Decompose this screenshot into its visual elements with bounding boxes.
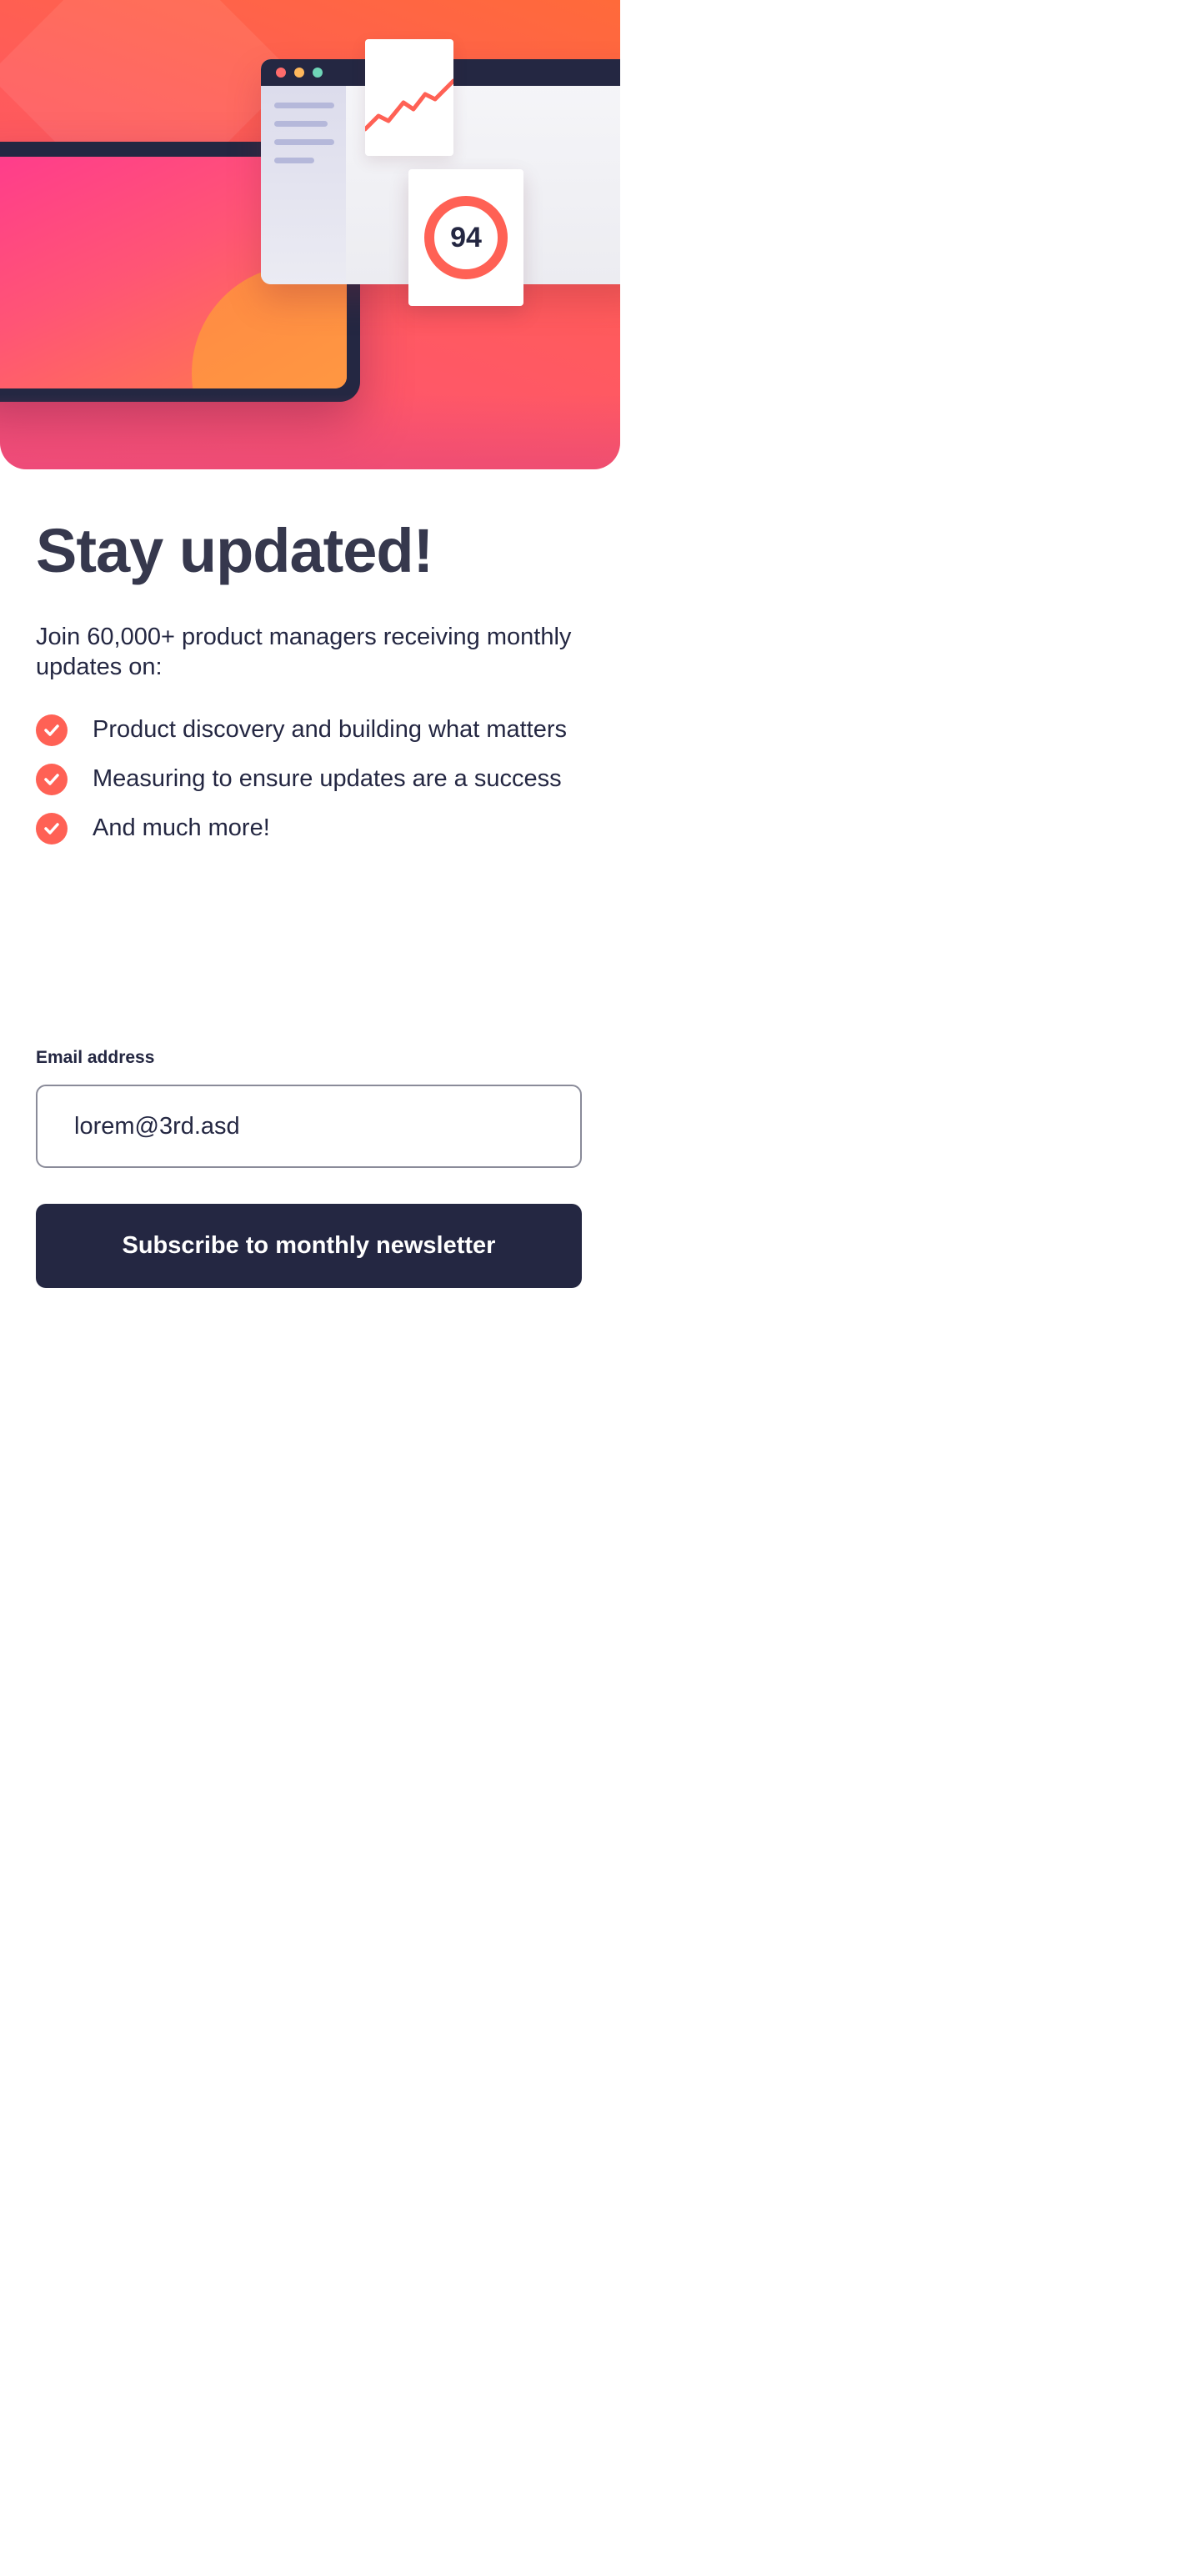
check-icon [36,714,68,746]
subscribe-form: Email address Subscribe to monthly newsl… [36,1048,582,1288]
feature-text: Measuring to ensure updates are a succes… [93,765,562,793]
feature-list: Product discovery and building what matt… [36,705,586,853]
hero-floor-shade [0,394,620,469]
line-chart-card [365,39,453,156]
newsletter-content: Stay updated! Join 60,000+ product manag… [36,517,586,853]
trend-line-icon [365,78,453,132]
window-dot-yellow-icon [294,68,304,78]
sidebar-line [274,139,334,145]
feature-item: Measuring to ensure updates are a succes… [36,754,586,804]
feature-text: And much more! [93,814,270,842]
intro-text: Join 60,000+ product managers receiving … [36,624,572,680]
page: 94 Stay updated! Join 60,000+ product ma… [0,0,1202,2576]
sidebar-line [274,121,328,127]
score-ring-icon: 94 [424,196,508,279]
sidebar-line [274,158,314,163]
window-dot-green-icon [313,68,323,78]
browser-sidebar [261,86,346,284]
subscribe-button[interactable]: Subscribe to monthly newsletter [36,1204,582,1288]
score-card: 94 [408,169,523,306]
feature-item: And much more! [36,804,586,853]
check-icon [36,763,68,795]
window-dot-red-icon [276,68,286,78]
page-title: Stay updated! [36,516,433,585]
feature-text: Product discovery and building what matt… [93,716,568,744]
check-icon [36,812,68,844]
feature-item: Product discovery and building what matt… [36,705,586,754]
score-value: 94 [450,221,482,253]
sidebar-line [274,103,334,108]
email-field[interactable] [36,1085,582,1168]
email-label: Email address [36,1048,155,1067]
hero-illustration: 94 [0,0,620,469]
